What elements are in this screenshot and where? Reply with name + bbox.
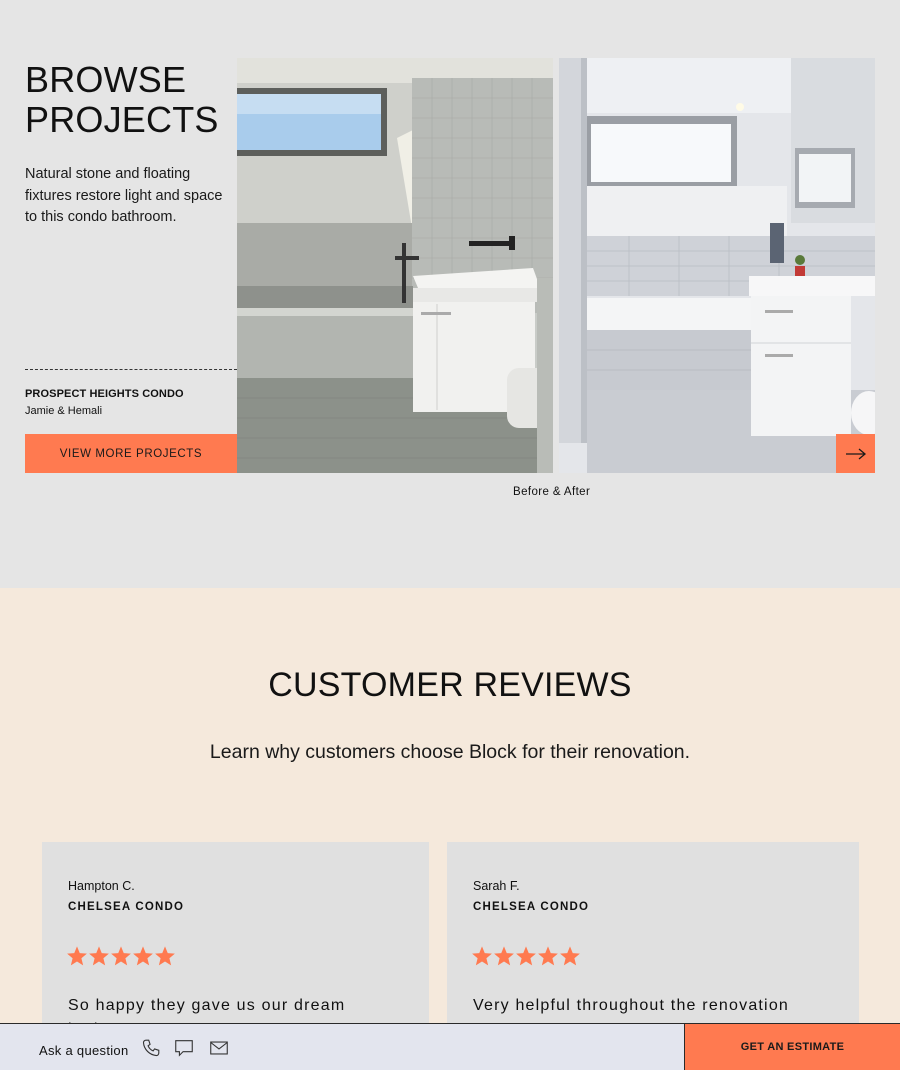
after-photo — [559, 58, 875, 473]
project-description: Natural stone and floating fixtures rest… — [25, 166, 223, 225]
review-project: CHELSEA CONDO — [68, 901, 185, 913]
star-icon — [155, 946, 175, 966]
reviewer-name: Hampton C. — [68, 879, 135, 893]
star-icon — [89, 946, 109, 966]
mail-icon[interactable] — [208, 1037, 230, 1059]
star-icon — [538, 946, 558, 966]
star-icon — [67, 946, 87, 966]
review-card: Sarah F. CHELSEA CONDO Very helpful thro… — [447, 842, 859, 1042]
project-client: Jamie & Hemali — [25, 405, 103, 417]
project-name: PROSPECT HEIGHTS CONDO — [25, 388, 184, 400]
review-quote: Very helpful throughout the renovation — [473, 997, 790, 1014]
ask-question-label: Ask a question — [39, 1043, 129, 1058]
star-icon — [472, 946, 492, 966]
photo-caption: Before & After — [513, 486, 591, 498]
star-rating — [471, 945, 581, 967]
before-photo — [237, 58, 553, 473]
browse-title-line1: BROWSE — [25, 59, 187, 100]
chat-icon[interactable] — [173, 1037, 195, 1059]
contact-bar: Ask a question GET AN ESTIMATE — [0, 1023, 900, 1070]
star-icon — [516, 946, 536, 966]
customer-reviews-section: CUSTOMER REVIEWS Learn why customers cho… — [0, 588, 900, 1070]
star-icon — [111, 946, 131, 966]
get-estimate-button[interactable]: GET AN ESTIMATE — [684, 1024, 900, 1070]
divider — [25, 369, 237, 370]
browse-title-line2: PROJECTS — [25, 99, 219, 140]
star-icon — [133, 946, 153, 966]
star-icon — [494, 946, 514, 966]
reviews-subtitle: Learn why customers choose Block for the… — [209, 741, 691, 763]
browse-title: BROWSE PROJECTS — [25, 60, 219, 140]
star-rating — [66, 945, 176, 967]
view-more-projects-button[interactable]: VIEW MORE PROJECTS — [25, 434, 237, 473]
browse-projects-section: BROWSE PROJECTS Natural stone and floati… — [0, 0, 900, 588]
star-icon — [560, 946, 580, 966]
review-project: CHELSEA CONDO — [473, 901, 590, 913]
reviews-title: CUSTOMER REVIEWS — [268, 666, 632, 704]
review-card: Hampton C. CHELSEA CONDO So happy they g… — [42, 842, 429, 1042]
reviewer-name: Sarah F. — [473, 879, 520, 893]
phone-icon[interactable] — [140, 1037, 162, 1059]
next-project-button[interactable] — [836, 434, 875, 473]
arrow-right-icon — [845, 448, 866, 459]
